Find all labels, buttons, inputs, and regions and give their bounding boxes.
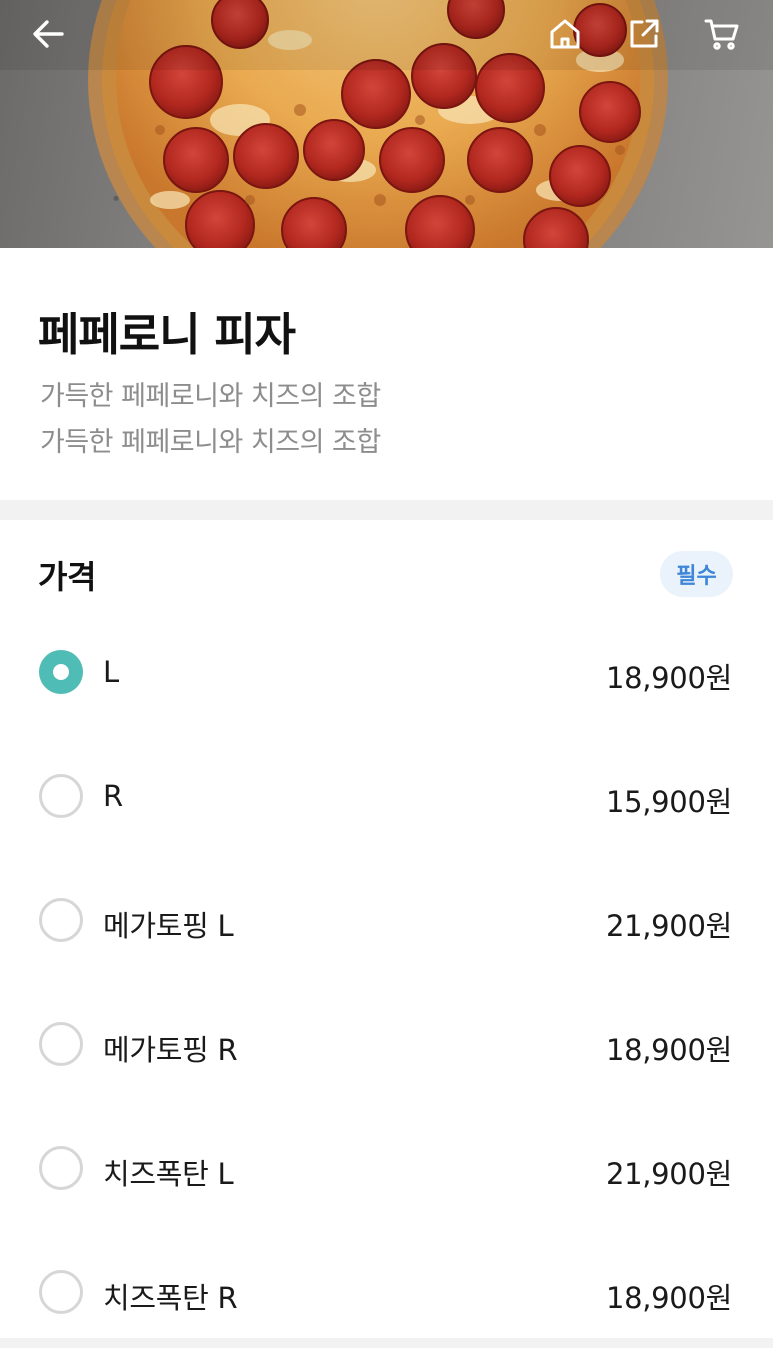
option-label: R xyxy=(103,779,123,813)
option-price: 18,900원 xyxy=(605,661,732,695)
radio-button[interactable] xyxy=(39,1270,83,1314)
radio-button[interactable] xyxy=(39,1022,83,1066)
option-label: 치즈폭탄 L xyxy=(103,1157,234,1191)
home-icon[interactable] xyxy=(543,12,587,56)
radio-button-selected[interactable] xyxy=(39,650,83,694)
option-label: 메가토핑 L xyxy=(103,909,234,943)
radio-button[interactable] xyxy=(39,774,83,818)
share-icon[interactable] xyxy=(622,12,666,56)
product-description-line: 가득한 페페로니와 치즈의 조합 xyxy=(40,427,381,458)
option-price: 15,900원 xyxy=(605,785,732,819)
product-info: 페페로니 피자 가득한 페페로니와 치즈의 조합 가득한 페페로니와 치즈의 조… xyxy=(0,248,773,500)
option-price: 18,900원 xyxy=(605,1281,732,1315)
option-price: 21,900원 xyxy=(605,909,732,943)
product-description-line: 가득한 페페로니와 치즈의 조합 xyxy=(40,381,381,412)
option-label: 메가토핑 R xyxy=(103,1033,238,1067)
option-label: L xyxy=(103,655,119,689)
price-option-mega-l[interactable]: 메가토핑 L 21,900원 xyxy=(0,865,773,989)
cart-icon[interactable] xyxy=(700,12,744,56)
option-label: 치즈폭탄 R xyxy=(103,1281,238,1315)
price-section-title: 가격 xyxy=(38,558,96,596)
section-divider xyxy=(0,1338,773,1348)
price-option-l[interactable]: L 18,900원 xyxy=(0,617,773,741)
back-arrow-icon[interactable] xyxy=(26,12,70,56)
option-price: 18,900원 xyxy=(605,1033,732,1067)
radio-button[interactable] xyxy=(39,898,83,942)
price-option-r[interactable]: R 15,900원 xyxy=(0,741,773,865)
price-option-mega-r[interactable]: 메가토핑 R 18,900원 xyxy=(0,989,773,1113)
price-option-cheese-l[interactable]: 치즈폭탄 L 21,900원 xyxy=(0,1113,773,1237)
required-badge: 필수 xyxy=(660,551,733,597)
product-hero-image xyxy=(0,0,773,248)
section-divider xyxy=(0,500,773,520)
product-title: 페페로니 피자 xyxy=(38,308,296,361)
radio-button[interactable] xyxy=(39,1146,83,1190)
option-price: 21,900원 xyxy=(605,1157,732,1191)
